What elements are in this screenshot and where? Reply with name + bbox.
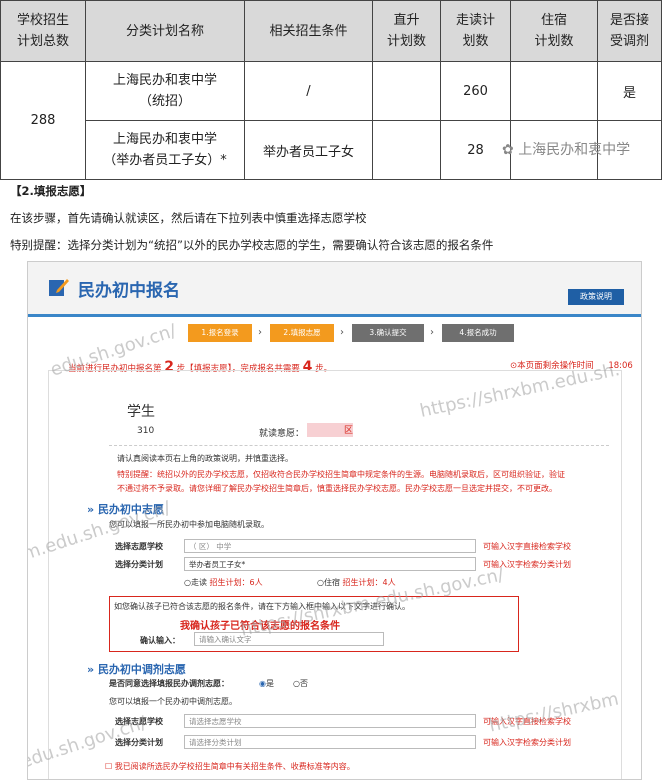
policy-button[interactable]: 政策说明 xyxy=(568,289,624,305)
zhusu-cell xyxy=(510,61,598,121)
intro-heading: 【2.填报志愿】 xyxy=(10,184,92,198)
chevron-right-icon: › xyxy=(430,327,434,338)
table-row: 288 上海民办和衷中学 （统招） / 260 是 xyxy=(0,61,662,180)
yes-radio[interactable]: ◉是 xyxy=(259,678,274,689)
no-radio[interactable]: ○否 xyxy=(293,678,308,689)
radio-empty-icon: ○ xyxy=(293,679,300,688)
header-condition: 相关招生条件 xyxy=(244,0,373,62)
section-2-title-text: 民办初中调剂志愿 xyxy=(97,663,186,676)
zhusu-plan: 招生计划：4人 xyxy=(342,578,396,587)
plan2-select[interactable]: 请选择分类计划 xyxy=(184,735,476,749)
district-label: 就读意愿： xyxy=(259,429,305,439)
agreement-checkbox[interactable]: ☐ 我已阅读所选民办学校招生简章中有关招生条件、收费标准等内容。 xyxy=(105,761,355,772)
condition-cell: / xyxy=(244,61,373,121)
zhusu-label: 住宿 xyxy=(323,578,340,587)
header-zhisheng: 直升 计划数 xyxy=(372,0,441,62)
header-tiaoji: 是否接 受调剂 xyxy=(597,0,662,62)
app-title: 民办初中报名 xyxy=(78,281,180,301)
no-label: 否 xyxy=(299,679,308,688)
watermark-text: 上海民办和衷中学 xyxy=(518,142,631,158)
header-zhusu: 住宿 计划数 xyxy=(510,0,598,62)
step-1: 1.报名登录 xyxy=(188,324,252,342)
step-4: 4.报名成功 xyxy=(442,324,514,342)
intro-line-2: 特别提醒：选择分类计划为“统招”以外的民办学校志愿的学生，需要确认符合该志愿的报… xyxy=(10,238,494,252)
header-zoudu: 走读计 划数 xyxy=(440,0,511,62)
notice-3: 不通过将不予录取。请您详细了解民办学校招生简章后，慎重选择民办学校志愿。民办学校… xyxy=(117,484,557,493)
school-label: 选择志愿学校 xyxy=(115,542,163,551)
intro-line-1: 在该步骤，首先请确认就读区，然后请在下拉列表中慎重选择志愿学校 xyxy=(10,211,367,225)
zoudu-cell: 28 xyxy=(440,120,511,180)
registration-screenshot: 民办初中报名 政策说明 1.报名登录 › 2.填报志愿 › 3.确认提交 › 4… xyxy=(27,261,642,780)
notice-1: 请认真阅读本页右上角的政策说明，并慎重选择。 xyxy=(117,454,293,463)
school2-select[interactable]: 请选择志愿学校 xyxy=(184,714,476,728)
notice-2: 特别提醒：统招以外的民办学校志愿，仅招收符合民办学校招生简章中规定条件的生源。电… xyxy=(117,470,565,479)
wechat-watermark: ✿ 上海民办和衷中学 xyxy=(502,139,630,159)
table-header-row: 学校招生 计划总数 分类计划名称 相关招生条件 直升 计划数 走读计 划数 住宿… xyxy=(0,0,662,62)
edit-icon xyxy=(49,279,69,296)
radio-checked-icon: ◉ xyxy=(259,679,266,688)
plan-select[interactable]: 举办者员工子女* xyxy=(184,557,476,571)
section-2-title: » 民办初中调剂志愿 xyxy=(87,663,186,676)
zhisheng-cell xyxy=(372,61,441,121)
plan-name-cell: 上海民办和衷中学 （举办者员工子女）* xyxy=(85,120,245,180)
divider xyxy=(109,445,609,446)
header-plan-name: 分类计划名称 xyxy=(85,0,245,62)
app-header: 民办初中报名 政策说明 xyxy=(28,262,641,317)
plan-label: 选择分类计划 xyxy=(115,560,163,569)
student-name: 学生 xyxy=(127,404,155,420)
zhusu-option[interactable]: ○住宿 招生计划：4人 xyxy=(317,577,396,588)
plan2-hint: 可输入汉字检索分类计划 xyxy=(483,738,571,747)
wechat-icon: ✿ xyxy=(502,142,519,158)
confirm-input[interactable]: 请输入确认文字 xyxy=(194,632,384,646)
chevron-right-icon: › xyxy=(340,327,344,338)
section-2-subtitle: 您可以填报一个民办初中调剂志愿。 xyxy=(109,697,237,706)
zhisheng-cell xyxy=(372,120,441,180)
plan-name-cell: 上海民办和衷中学 （统招） xyxy=(85,61,245,121)
step-3: 3.确认提交 xyxy=(352,324,424,342)
header-total: 学校招生 计划总数 xyxy=(0,0,86,62)
chevron-right-icon: › xyxy=(258,327,262,338)
adjust-question: 是否同意选择填报民办调剂志愿： xyxy=(109,679,229,688)
zoudu-plan: 招生计划：6人 xyxy=(209,578,263,587)
school-hint: 可输入汉字直接检索学校 xyxy=(483,542,571,551)
condition-cell: 举办者员工子女 xyxy=(244,120,373,180)
zoudu-label: 走读 xyxy=(190,578,207,587)
zoudu-cell: 260 xyxy=(440,61,511,121)
tiaoji-cell: 是 xyxy=(597,61,662,121)
yes-label: 是 xyxy=(265,679,274,688)
confirm-label: 确认输入： xyxy=(140,636,180,645)
district-value: 区 xyxy=(307,423,353,437)
step-2: 2.填报志愿 xyxy=(270,324,334,342)
school-select[interactable]: （ 区） 中学 xyxy=(184,539,476,553)
student-id: 310 xyxy=(137,426,155,436)
agreement-text: 我已阅读所选民办学校招生简章中有关招生条件、收费标准等内容。 xyxy=(114,762,355,771)
zoudu-option[interactable]: ○走读 招生计划：6人 xyxy=(184,577,263,588)
total-cell: 288 xyxy=(0,61,86,180)
